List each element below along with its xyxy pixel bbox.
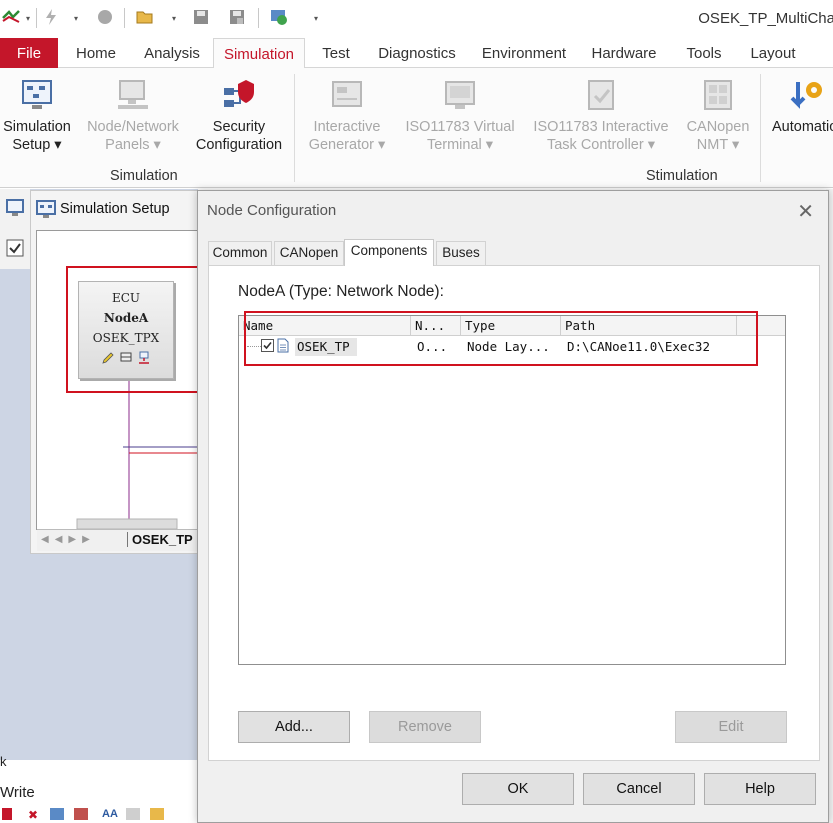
iso11783-virtual-terminal-label-1: ISO11783 Virtual (405, 119, 515, 135)
quick-access-toolbar: ▾ ▾ ▾ ▾ OSEK_TP_MultiCha (0, 0, 833, 38)
automation-button[interactable]: Automatio (768, 68, 833, 136)
window-title: OSEK_TP_MultiCha (698, 10, 833, 27)
tab-components[interactable]: Components (344, 239, 434, 266)
simulation-setup-label-1: Simulation (3, 119, 71, 135)
tab-buses[interactable]: Buses (436, 241, 486, 265)
simulation-setup-button[interactable]: Simulation Setup ▾ (0, 68, 74, 154)
node-configuration-dialog: Node Configuration ✕ Common CANopen Buse… (197, 190, 829, 823)
write-toolbar: ✖ AA (0, 808, 198, 822)
delete-icon[interactable]: ✖ (28, 808, 38, 822)
filter-icon[interactable] (50, 808, 64, 820)
database-icon[interactable] (270, 8, 288, 26)
write-panel-title: Write (0, 784, 35, 801)
interactive-generator-label-2: Generator ▾ (308, 137, 386, 153)
remove-button[interactable]: Remove (369, 711, 481, 743)
node-network-panels-icon (116, 78, 150, 112)
help-button[interactable]: Help (704, 773, 816, 805)
tab-file[interactable]: File (0, 38, 58, 68)
side-toolbar (0, 189, 30, 269)
save-as-icon[interactable] (228, 8, 246, 26)
iso11783-task-controller-button[interactable]: ISO11783 Interactive Task Controller ▾ (526, 68, 676, 154)
chevron-down-icon[interactable]: ▾ (74, 14, 78, 23)
row-highlight-box (244, 311, 758, 366)
open-folder-icon[interactable] (136, 8, 154, 26)
find-icon[interactable]: AA (102, 808, 118, 820)
sheet-tab[interactable]: OSEK_TP (127, 532, 193, 547)
lightning-icon[interactable] (42, 8, 60, 26)
automation-label: Automatio (772, 119, 833, 135)
simulation-setup-label-2: Setup ▾ (12, 137, 62, 153)
canopen-nmt-icon (701, 78, 735, 112)
canopen-nmt-button[interactable]: CANopen NMT ▾ (682, 68, 754, 154)
tab-analysis[interactable]: Analysis (134, 38, 210, 68)
tab-canopen[interactable]: CANopen (274, 241, 344, 265)
tab-test[interactable]: Test (310, 38, 362, 68)
stop-icon[interactable] (96, 8, 114, 26)
ribbon-tab-bar: File Home Analysis Simulation Test Diagn… (0, 38, 833, 69)
iso11783-virtual-terminal-label-2: Terminal ▾ (426, 137, 494, 153)
tab-layout[interactable]: Layout (740, 38, 806, 68)
node-heading: NodeA (Type: Network Node): (238, 283, 444, 300)
add-button[interactable]: Add... (238, 711, 350, 743)
simulation-setup-title: Simulation Setup (60, 201, 170, 217)
tab-tools[interactable]: Tools (676, 38, 732, 68)
ribbon-group-stimulation: Stimulation (646, 168, 718, 184)
task-controller-icon (584, 78, 618, 112)
security-configuration-label-1: Security (212, 119, 266, 135)
virtual-terminal-icon (443, 78, 477, 112)
ok-button[interactable]: OK (462, 773, 574, 805)
components-grid[interactable]: Name N... Type Path OSEK_TP O... Node La… (238, 315, 786, 665)
ecu-highlight-box (66, 266, 202, 393)
paste-icon[interactable] (150, 808, 164, 820)
security-configuration-label-2: Configuration (195, 137, 283, 153)
chevron-down-icon[interactable]: ▾ (26, 14, 30, 23)
customize-toolbar-icon[interactable]: ▾ (314, 14, 318, 23)
cancel-button[interactable]: Cancel (583, 773, 695, 805)
tab-diagnostics[interactable]: Diagnostics (372, 38, 462, 68)
automation-icon (790, 78, 824, 112)
iso11783-virtual-terminal-button[interactable]: ISO11783 Virtual Terminal ▾ (400, 68, 520, 154)
security-configuration-button[interactable]: Security Configuration (190, 68, 288, 154)
stop-filter-icon[interactable] (74, 808, 88, 820)
ribbon-group-simulation: Simulation (110, 168, 178, 184)
tab-home[interactable]: Home (62, 38, 130, 68)
canopen-nmt-label-2: NMT ▾ (696, 137, 740, 153)
simulation-window-icon[interactable] (6, 199, 24, 217)
interactive-generator-icon (330, 78, 364, 112)
edit-button[interactable]: Edit (675, 711, 787, 743)
tab-common[interactable]: Common (208, 241, 272, 265)
chevron-down-icon[interactable]: ▾ (172, 14, 176, 23)
copy-icon[interactable] (126, 808, 140, 820)
save-icon[interactable] (192, 8, 210, 26)
interactive-generator-button[interactable]: Interactive Generator ▾ (302, 68, 392, 154)
node-network-panels-label-2: Panels ▾ (105, 137, 161, 153)
checkbox-icon[interactable] (6, 239, 24, 257)
iso11783-task-controller-label-1: ISO11783 Interactive (533, 119, 669, 135)
iso11783-task-controller-label-2: Task Controller ▾ (546, 137, 655, 153)
ribbon: Simulation Setup ▾ Node/Network Panels ▾… (0, 68, 833, 188)
interactive-generator-label-1: Interactive (313, 119, 381, 135)
dialog-title: Node Configuration (207, 202, 337, 219)
node-network-panels-button[interactable]: Node/Network Panels ▾ (82, 68, 184, 154)
sheet-tab-bar: ◀◀▶▶ OSEK_TP (37, 529, 197, 551)
tab-environment[interactable]: Environment (472, 38, 576, 68)
app-logo-icon (2, 10, 20, 23)
collapse-glyph[interactable]: k (0, 754, 7, 769)
close-icon[interactable]: ✕ (797, 199, 814, 224)
tab-simulation[interactable]: Simulation (213, 38, 305, 69)
node-network-panels-label-1: Node/Network (87, 119, 179, 135)
simulation-setup-icon (20, 78, 54, 112)
security-configuration-icon (222, 78, 256, 112)
sheet-nav-icon[interactable]: ◀◀▶▶ (41, 534, 96, 545)
write-panel: k Write ✖ AA (0, 754, 198, 823)
simulation-setup-icon (36, 200, 56, 218)
tab-hardware[interactable]: Hardware (584, 38, 664, 68)
clear-icon[interactable] (2, 808, 12, 820)
canopen-nmt-label-1: CANopen (686, 119, 750, 135)
